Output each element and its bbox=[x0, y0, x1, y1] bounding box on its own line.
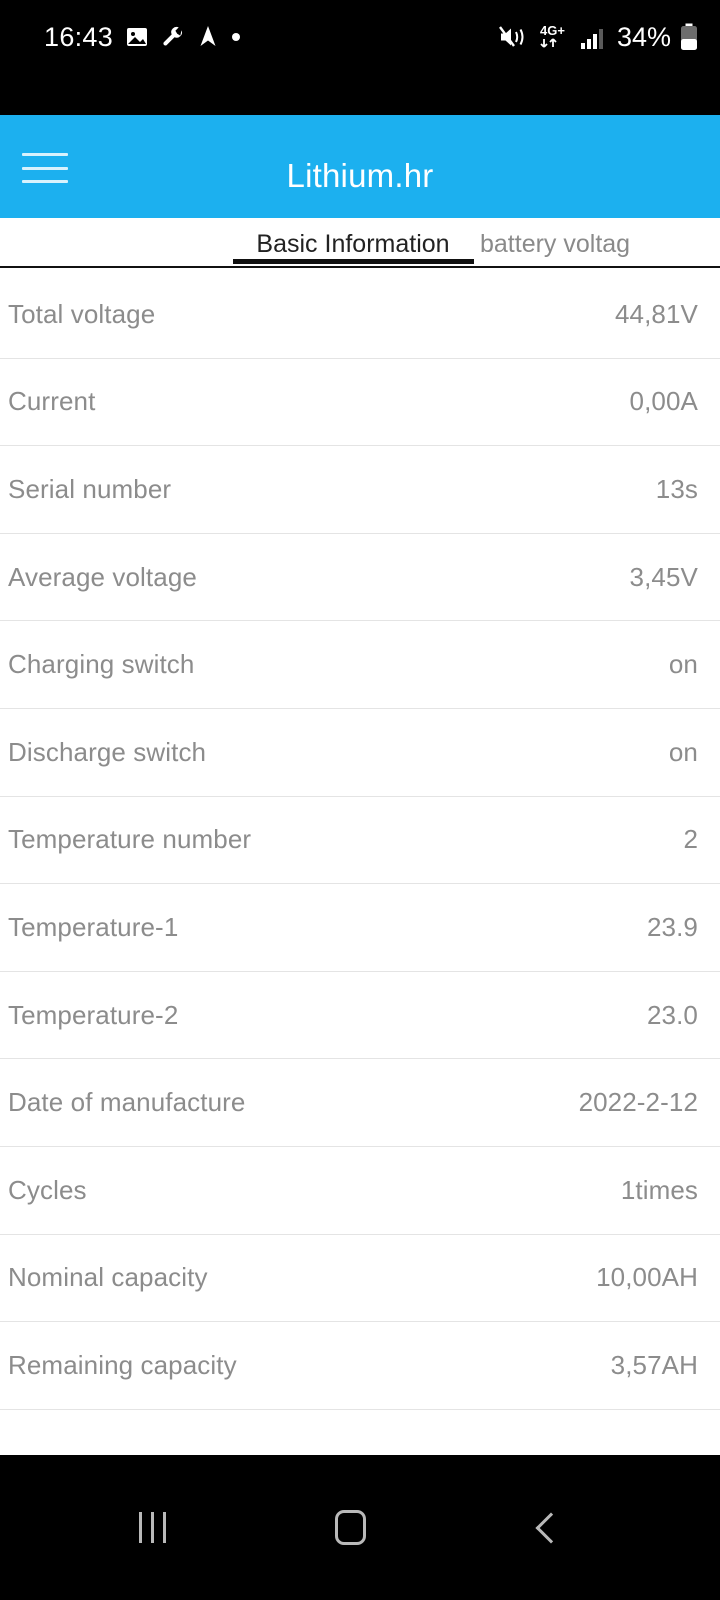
navigation-icon bbox=[197, 25, 219, 49]
row-label: Date of manufacture bbox=[8, 1087, 246, 1118]
battery-icon bbox=[680, 23, 698, 51]
table-row[interactable]: Nominal capacity 10,00AH bbox=[0, 1235, 720, 1323]
row-value: on bbox=[668, 649, 698, 680]
table-row[interactable]: Temperature-2 23.0 bbox=[0, 972, 720, 1060]
row-value: 13s bbox=[655, 473, 698, 504]
signal-bars-icon bbox=[580, 24, 606, 50]
table-row[interactable]: Date of manufacture 2022-2-12 bbox=[0, 1059, 720, 1147]
row-label: Discharge switch bbox=[8, 736, 207, 767]
wrench-icon bbox=[161, 25, 185, 49]
row-value: 44,81V bbox=[614, 298, 698, 329]
row-value: 2 bbox=[683, 824, 698, 855]
page-title: Lithium.hr bbox=[286, 156, 434, 194]
table-row[interactable]: Charging switch on bbox=[0, 621, 720, 709]
table-row[interactable]: Serial number 13s bbox=[0, 446, 720, 534]
row-value: 3,57AH bbox=[610, 1349, 698, 1380]
app-bar: Lithium.hr bbox=[0, 115, 720, 218]
back-icon[interactable] bbox=[487, 1455, 607, 1600]
table-row[interactable]: Discharge switch on bbox=[0, 709, 720, 797]
home-icon[interactable] bbox=[290, 1455, 410, 1600]
mute-vibrate-icon bbox=[498, 24, 528, 50]
battery-percent-label: 34% bbox=[616, 22, 671, 52]
mobile-data-icon: 4G+ bbox=[537, 22, 571, 52]
row-label: Serial number bbox=[8, 473, 172, 504]
row-value: 3,45V bbox=[629, 561, 698, 592]
tab-bar-baseline bbox=[0, 266, 720, 268]
row-label: Cycles bbox=[8, 1174, 87, 1205]
row-label: Charging switch bbox=[8, 649, 195, 680]
table-row[interactable]: Cycles 1times bbox=[0, 1147, 720, 1235]
row-label: Nominal capacity bbox=[8, 1262, 208, 1293]
image-icon bbox=[125, 25, 149, 49]
active-tab-indicator bbox=[233, 259, 474, 264]
tab-battery-voltage[interactable]: battery voltag bbox=[480, 218, 720, 271]
row-value: 10,00AH bbox=[596, 1262, 698, 1293]
table-row[interactable]: Temperature number 2 bbox=[0, 797, 720, 885]
row-label: Temperature-1 bbox=[8, 911, 179, 942]
status-bar-clock: 16:43 bbox=[44, 22, 114, 52]
row-label: Temperature-2 bbox=[8, 999, 179, 1030]
recents-icon[interactable] bbox=[92, 1455, 212, 1600]
table-row[interactable]: Temperature-1 23.9 bbox=[0, 884, 720, 972]
row-label: Current bbox=[8, 386, 96, 417]
status-bar-left: 16:43 bbox=[44, 20, 241, 54]
home-square bbox=[334, 1510, 366, 1545]
table-row[interactable]: Average voltage 3,45V bbox=[0, 534, 720, 622]
row-value: 23.0 bbox=[646, 999, 698, 1030]
table-row[interactable]: Current 0,00A bbox=[0, 359, 720, 447]
android-navigation-bar bbox=[0, 1455, 720, 1600]
row-label: Remaining capacity bbox=[8, 1349, 237, 1380]
recents-bars bbox=[138, 1512, 166, 1543]
row-value: 23.9 bbox=[646, 911, 698, 942]
dot-icon bbox=[231, 32, 241, 42]
phone-screen: 16:43 4G+ 34% Lithium.hr Basic Informati… bbox=[0, 0, 720, 1600]
row-value: 0,00A bbox=[629, 386, 698, 417]
row-label: Total voltage bbox=[8, 298, 156, 329]
status-bar-right: 4G+ 34% bbox=[498, 20, 698, 54]
row-value: on bbox=[668, 736, 698, 767]
basic-information-list: Total voltage 44,81V Current 0,00A Seria… bbox=[0, 271, 720, 1455]
table-row[interactable]: Remaining capacity 3,57AH bbox=[0, 1322, 720, 1410]
row-label: Temperature number bbox=[8, 824, 252, 855]
svg-text:4G+: 4G+ bbox=[540, 23, 565, 38]
back-chevron bbox=[535, 1511, 567, 1544]
row-label: Average voltage bbox=[8, 561, 197, 592]
row-value: 1times bbox=[620, 1174, 698, 1205]
row-value: 2022-2-12 bbox=[578, 1087, 698, 1118]
status-bar: 16:43 4G+ 34% bbox=[0, 0, 720, 115]
table-row[interactable]: Total voltage 44,81V bbox=[0, 271, 720, 359]
